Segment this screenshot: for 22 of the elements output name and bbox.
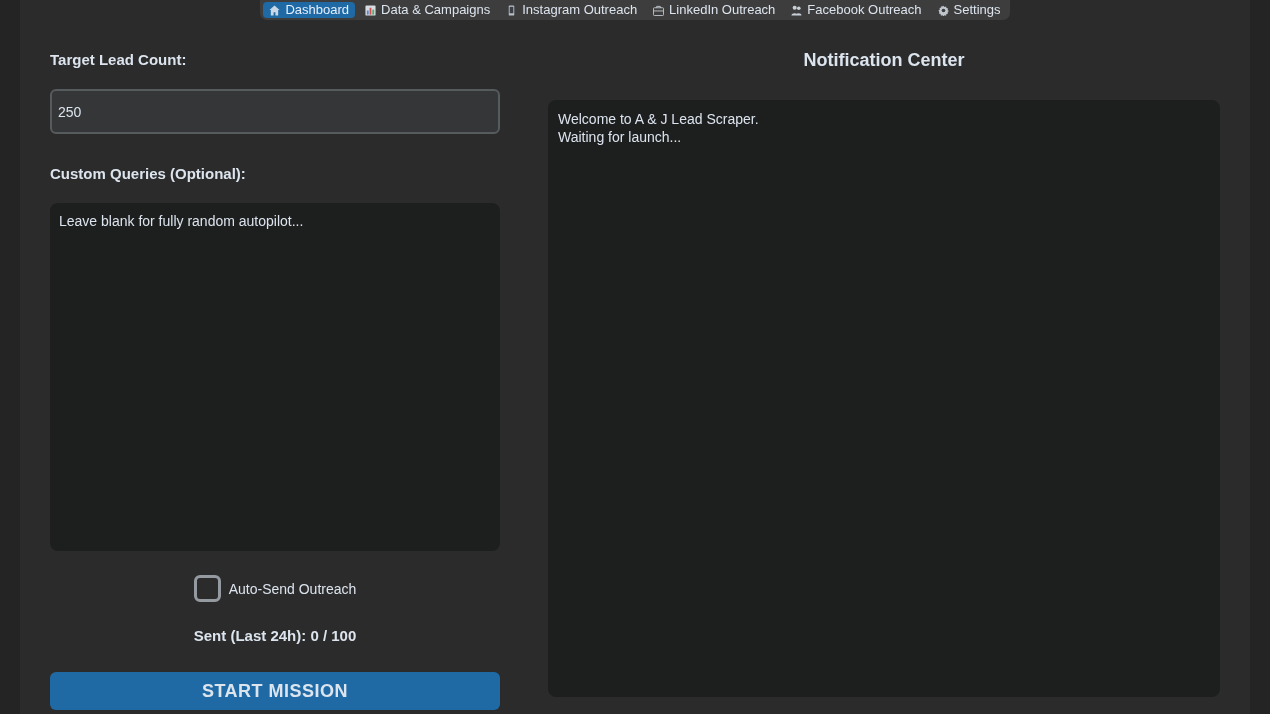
field-label: Target Lead Count: — [50, 50, 187, 70]
tab[interactable]: Dashboard — [263, 2, 356, 18]
tab[interactable]: Settings — [931, 2, 1007, 18]
log-line: Welcome to A & J Lead Scraper. — [558, 110, 759, 128]
people-icon — [791, 4, 803, 16]
sent-counter: Sent (Last 24h): 0 / 100 — [193, 626, 357, 646]
queries-field[interactable]: Leave blank for fully random autopilot... — [50, 203, 500, 551]
checkbox-label[interactable]: Auto-Send Outreach — [228, 579, 357, 598]
house-icon — [269, 4, 281, 16]
panel-title: Notification Center — [803, 50, 965, 70]
tab[interactable]: Facebook Outreach — [785, 2, 928, 18]
tab[interactable]: Data & Campaigns — [359, 2, 497, 18]
tab[interactable]: Instagram Outreach — [500, 2, 644, 18]
gear-icon — [937, 4, 949, 16]
field-label: Custom Queries (Optional): — [50, 164, 246, 184]
start-mission-button[interactable]: START MISSION — [50, 672, 500, 710]
tab[interactable]: LinkedIn Outreach — [647, 2, 782, 18]
log-line: Waiting for launch... — [558, 128, 682, 146]
lead-count-field[interactable]: 250 — [50, 89, 500, 134]
bar-chart-icon — [365, 4, 377, 16]
briefcase-icon — [653, 4, 665, 16]
checkbox[interactable] — [193, 575, 221, 602]
